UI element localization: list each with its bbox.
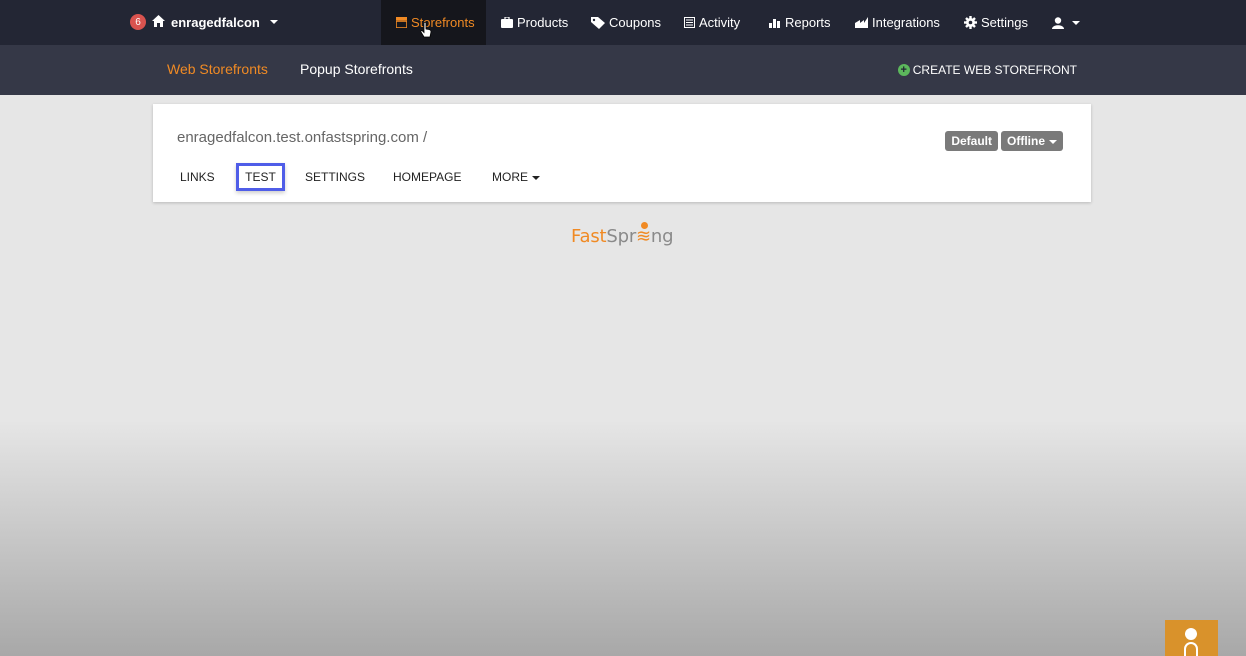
logo-text-fast: Fast [571,226,607,247]
gear-icon [964,16,977,29]
chevron-down-icon [532,175,540,180]
logo-spring-icon: ≋ [636,226,651,247]
status-pills: Default Offline [945,131,1063,151]
nav-label: Reports [785,15,831,30]
more-label: MORE [492,170,528,184]
nav-label: Coupons [609,15,662,30]
chevron-down-icon [1072,20,1080,25]
chevron-down-icon [269,20,278,24]
top-navbar: 6 enragedfalcon Storefronts Products Cou… [0,0,1246,45]
nav-storefronts[interactable]: Storefronts [381,0,486,45]
user-icon [1052,16,1064,29]
logo-text-ng: ng [650,226,674,247]
plus-circle-icon: + [897,64,910,76]
account-name: enragedfalcon [171,14,260,30]
help-icon [1185,628,1197,640]
list-icon [684,17,695,28]
tab-more[interactable]: MORE [492,170,540,184]
tab-homepage[interactable]: HOMEPAGE [393,170,461,184]
help-widget-button[interactable] [1165,620,1218,656]
nav-reports[interactable]: Reports [769,0,831,45]
logo-text-spr: Spr [606,226,637,247]
nav-coupons[interactable]: Coupons [591,0,661,45]
storefront-card: enragedfalcon.test.onfastspring.com / De… [153,104,1091,202]
tab-links[interactable]: LINKS [180,170,215,184]
tab-test[interactable]: TEST [236,163,285,191]
fastspring-logo: FastSpr≋ng [571,226,674,247]
integrations-icon [855,17,868,28]
tab-settings[interactable]: SETTINGS [305,170,365,184]
nav-label: Settings [981,15,1028,30]
chevron-down-icon [1049,139,1057,144]
nav-label: Products [517,15,569,30]
briefcase-icon [501,17,513,28]
create-label: CREATE WEB STOREFRONT [912,63,1077,77]
status-label: Offline [1007,134,1045,148]
create-web-storefront-button[interactable]: + CREATE WEB STOREFRONT [897,63,1077,77]
mouse-cursor-icon [420,21,432,43]
storefront-icon [396,17,407,28]
nav-settings[interactable]: Settings [964,0,1028,45]
nav-label: Integrations [872,15,940,30]
notification-badge[interactable]: 6 [130,14,146,30]
tab-popup-storefronts[interactable]: Popup Storefronts [300,61,413,77]
default-badge: Default [945,131,998,151]
home-icon[interactable] [152,14,165,30]
help-swirl-icon [1184,642,1198,656]
nav-activity[interactable]: Activity [684,0,740,45]
storefront-domain: enragedfalcon.test.onfastspring.com / [177,129,428,146]
account-switcher[interactable]: 6 enragedfalcon [130,12,278,32]
nav-label: Activity [699,15,741,30]
status-dropdown[interactable]: Offline [1001,131,1063,151]
tag-icon [591,16,605,29]
storefront-subnav: Web Storefronts Popup Storefronts + CREA… [0,45,1246,95]
nav-integrations[interactable]: Integrations [855,0,940,45]
chart-icon [769,17,781,28]
user-menu[interactable] [1052,0,1080,45]
nav-products[interactable]: Products [501,0,568,45]
tab-web-storefronts[interactable]: Web Storefronts [167,61,268,77]
